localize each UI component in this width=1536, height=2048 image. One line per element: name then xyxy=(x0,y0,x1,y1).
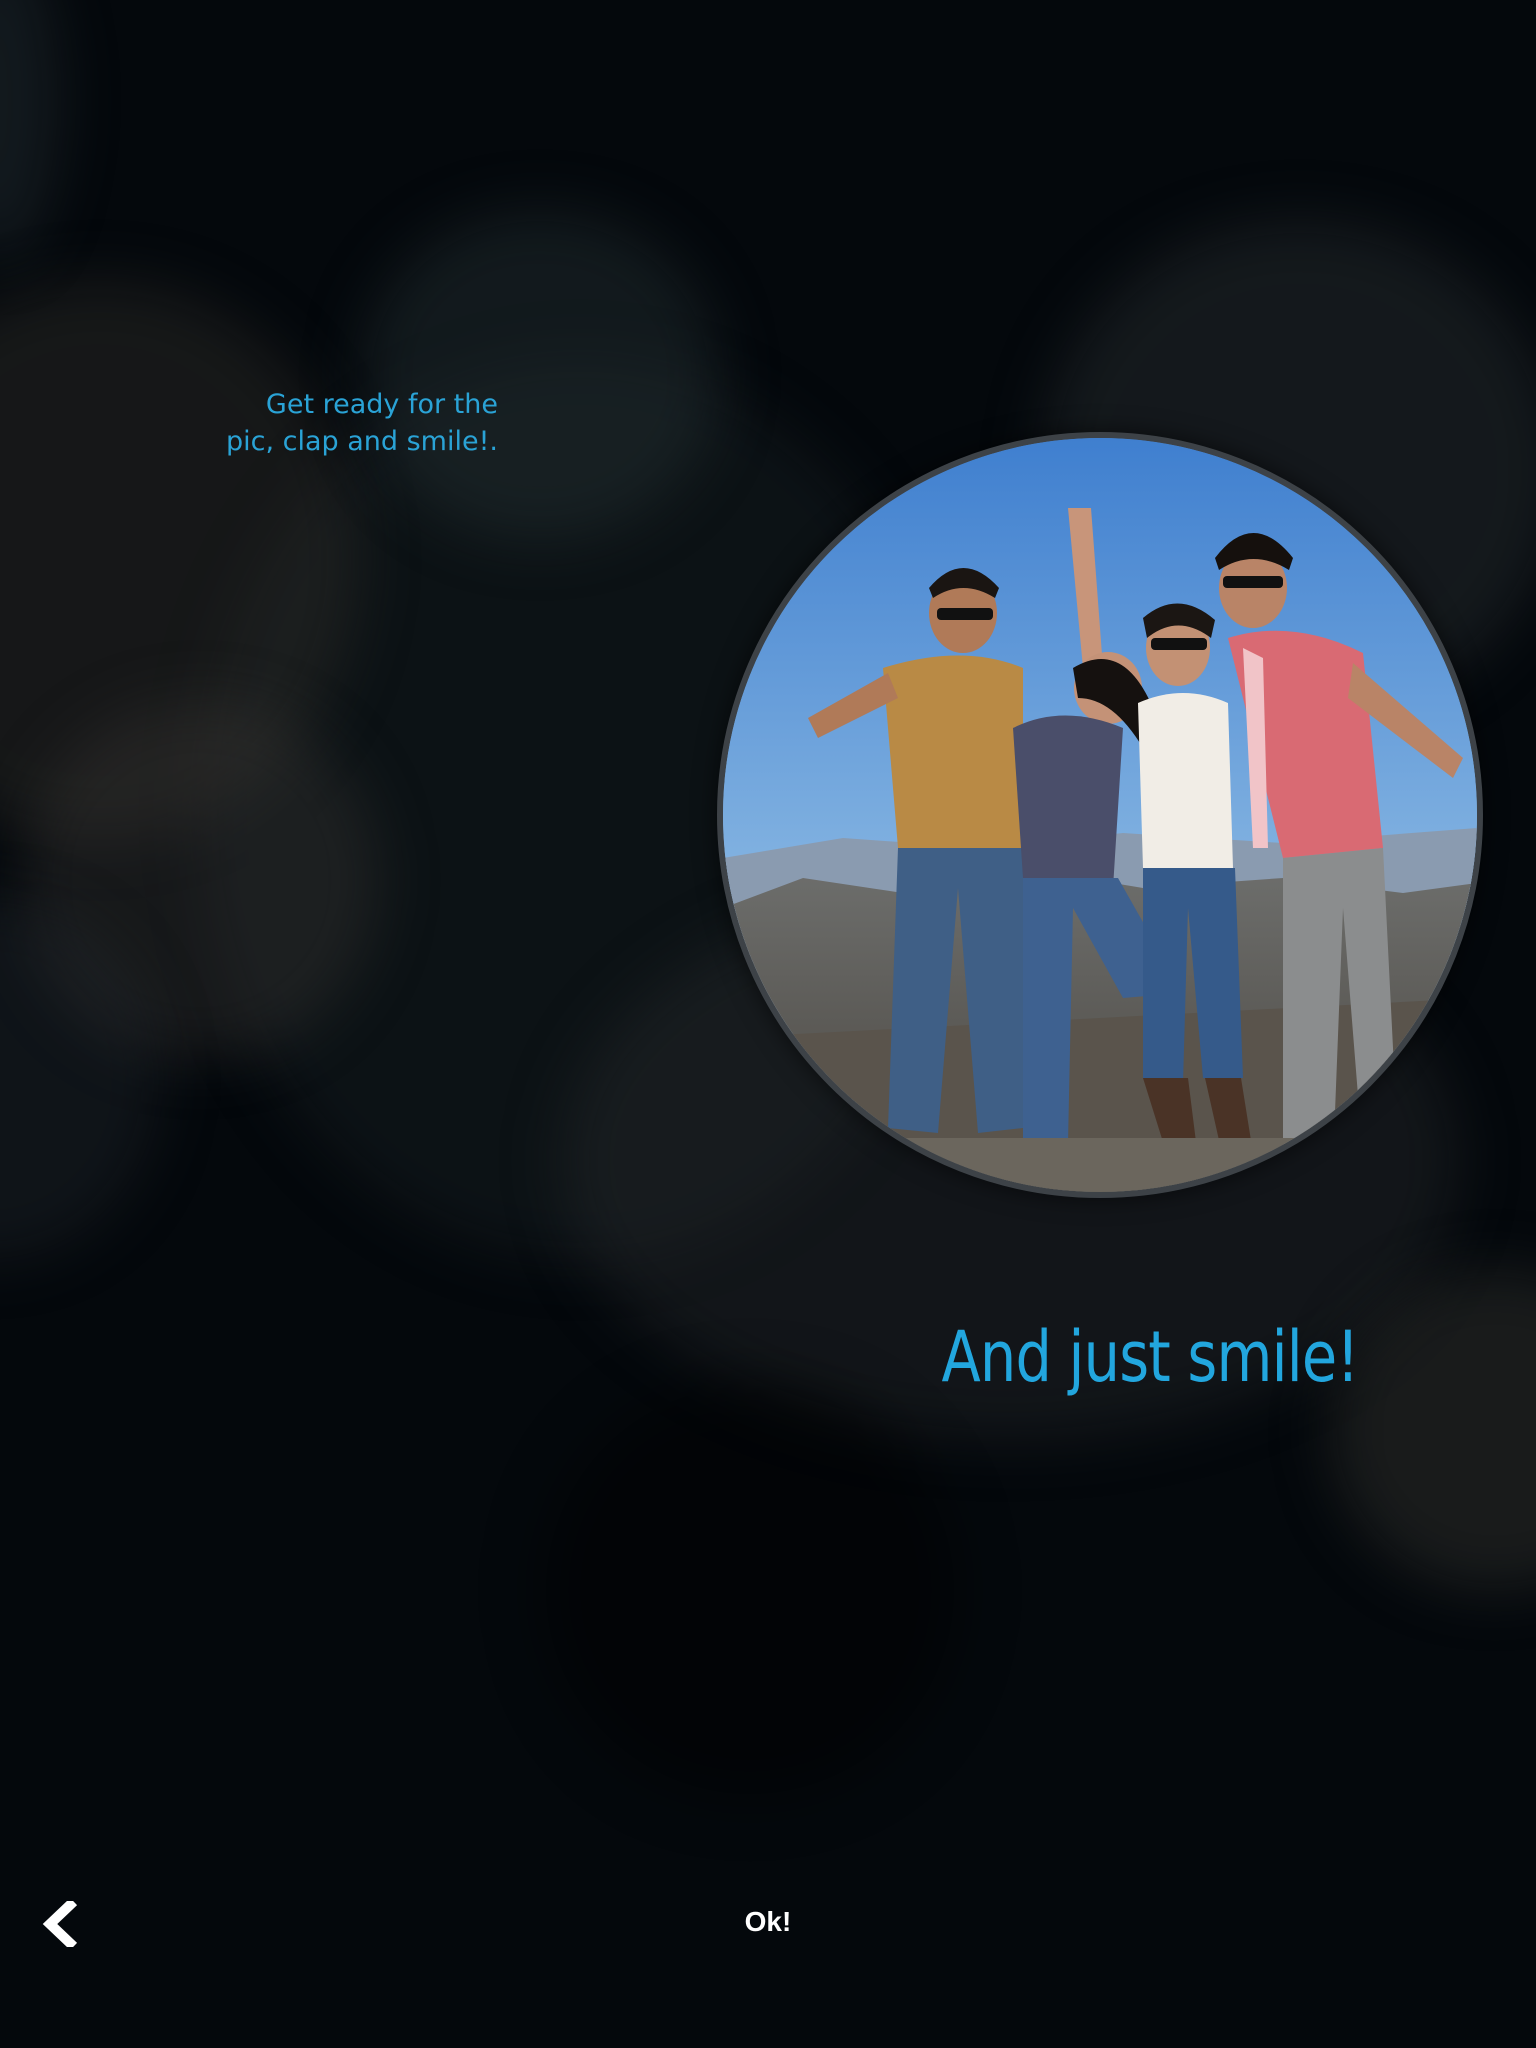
chevron-left-icon xyxy=(42,1901,78,1947)
intro-caption-line-1: Get ready for the xyxy=(265,389,498,420)
bokeh-shadow xyxy=(540,1380,960,1800)
group-photo-illustration xyxy=(723,438,1477,1192)
group-photo xyxy=(717,432,1483,1198)
intro-caption-line-2: pic, clap and smile!. xyxy=(225,426,498,457)
intro-caption: Get ready for the pic, clap and smile!. xyxy=(160,386,498,460)
bokeh-light xyxy=(0,0,60,260)
bokeh-light xyxy=(360,210,720,540)
smile-tutorial-screen: Get ready for the pic, clap and smile!. xyxy=(0,0,1536,2048)
ok-button[interactable]: Ok! xyxy=(700,1896,836,1948)
back-button[interactable] xyxy=(30,1894,90,1954)
headline-just-smile: And just smile! xyxy=(941,1316,1359,1398)
